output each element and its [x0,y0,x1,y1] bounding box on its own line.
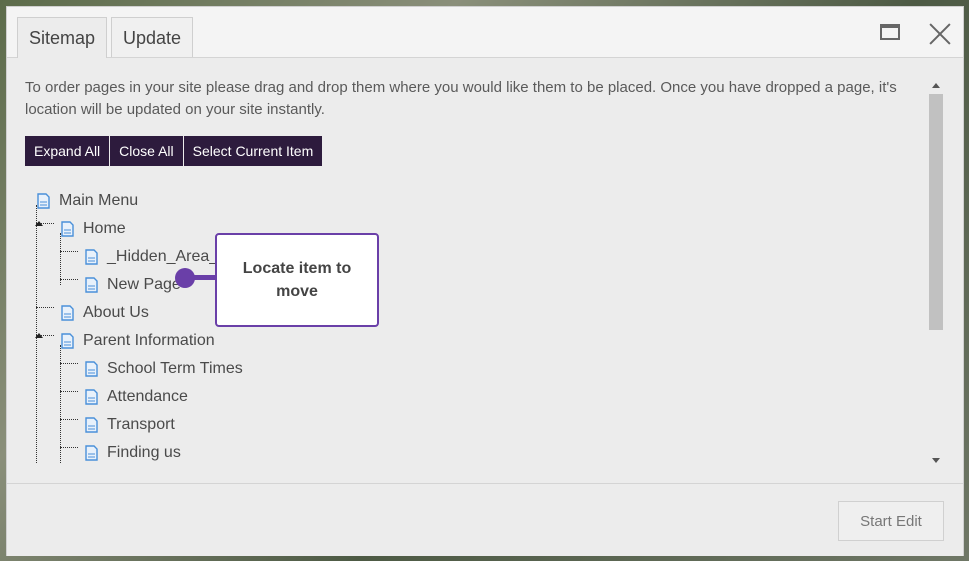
callout-text: Locate item to move [242,260,352,300]
scroll-up-icon[interactable] [932,83,940,88]
page-icon [85,361,98,377]
close-all-button[interactable]: Close All [110,136,183,166]
instructions-text: To order pages in your site please drag … [25,79,897,118]
tree-item-label: School Term Times [107,360,243,377]
scroll-thumb[interactable] [929,94,943,330]
tab-update[interactable]: Update [111,17,193,57]
tree-connector [60,363,78,364]
tree-item-label: _Hidden_Area_ [107,248,219,265]
tree-connector [60,233,61,285]
scroll-down-icon[interactable] [932,458,940,463]
page-icon [85,249,98,265]
sitemap-tree: Main Menu Home _Hidden_Area_ New Page Ab… [27,181,907,464]
tree-item-label: Attendance [107,388,188,405]
tree-connector [60,391,78,392]
close-icon[interactable] [927,21,953,47]
page-icon [85,277,98,293]
tab-sitemap[interactable]: Sitemap [17,17,107,58]
tutorial-callout: Locate item to move [215,233,379,327]
page-icon [85,389,98,405]
tree-connector [60,447,78,448]
page-icon [37,193,50,209]
tree-connector [60,419,78,420]
tree-item-label: Transport [107,416,175,433]
callout-pointer-dot [175,268,195,288]
tree-scrollbar[interactable] [929,83,943,463]
sitemap-dialog: Sitemap Update To order pages in your si… [6,6,964,556]
page-icon [61,305,74,321]
tree-item-label: Main Menu [59,192,139,209]
tree-connector [60,251,78,252]
tree-connector [60,279,78,280]
tree-item-label: Home [83,220,126,237]
page-icon [61,221,74,237]
maximize-icon[interactable] [880,24,900,40]
tree-item-label: Finding us [107,444,181,461]
tree-item-label: Parent Information [83,332,215,349]
expand-all-button[interactable]: Expand All [25,136,110,166]
tree-item-label: New Page [107,276,181,293]
collapse-toggle-icon[interactable] [35,221,43,226]
page-icon [85,417,98,433]
select-current-item-button[interactable]: Select Current Item [183,136,323,166]
tree-connector [36,307,54,308]
tab-bar: Sitemap Update [7,7,963,58]
tree-toolbar: Expand All Close All Select Current Item [25,136,323,166]
start-edit-button[interactable]: Start Edit [838,501,944,541]
dialog-footer: Start Edit [7,483,963,556]
page-icon [85,445,98,461]
collapse-toggle-icon[interactable] [35,333,43,338]
tree-item-label: About Us [83,304,149,321]
page-icon [61,333,74,349]
